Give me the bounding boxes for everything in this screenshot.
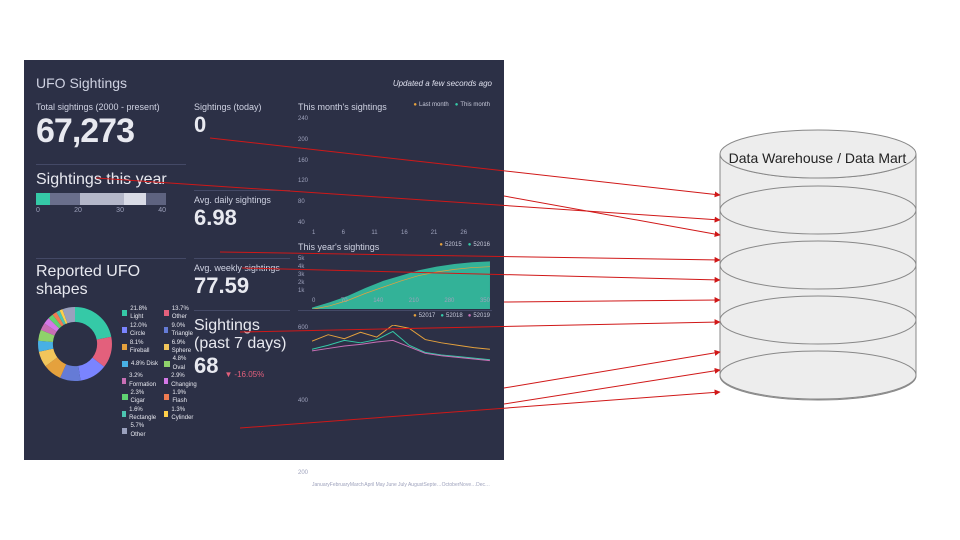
data-warehouse-cylinder bbox=[0, 0, 960, 540]
cylinder-label: Data Warehouse / Data Mart bbox=[720, 150, 915, 166]
